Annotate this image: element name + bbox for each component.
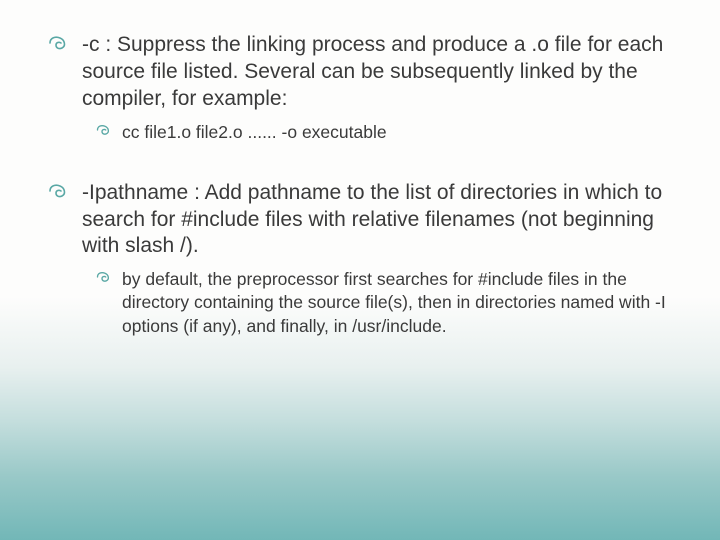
swirl-icon xyxy=(96,121,122,139)
bullet-item-default-search: by default, the preprocessor first searc… xyxy=(96,268,672,337)
bullet-text: by default, the preprocessor first searc… xyxy=(122,268,672,337)
bullet-item-cc-example: cc file1.o file2.o ...... -o executable xyxy=(96,121,672,144)
bullet-text: cc file1.o file2.o ...... -o executable xyxy=(122,121,672,144)
bullet-text: -Ipathname : Add pathname to the list of… xyxy=(82,180,672,261)
slide-body: -c : Suppress the linking process and pr… xyxy=(0,0,720,540)
bullet-text: -c : Suppress the linking process and pr… xyxy=(82,32,672,113)
swirl-icon xyxy=(96,268,122,286)
bullet-item-c-flag: -c : Suppress the linking process and pr… xyxy=(48,32,672,113)
swirl-icon xyxy=(48,180,82,202)
bullet-item-ipath-flag: -Ipathname : Add pathname to the list of… xyxy=(48,180,672,261)
swirl-icon xyxy=(48,32,82,54)
spacer xyxy=(48,152,672,180)
